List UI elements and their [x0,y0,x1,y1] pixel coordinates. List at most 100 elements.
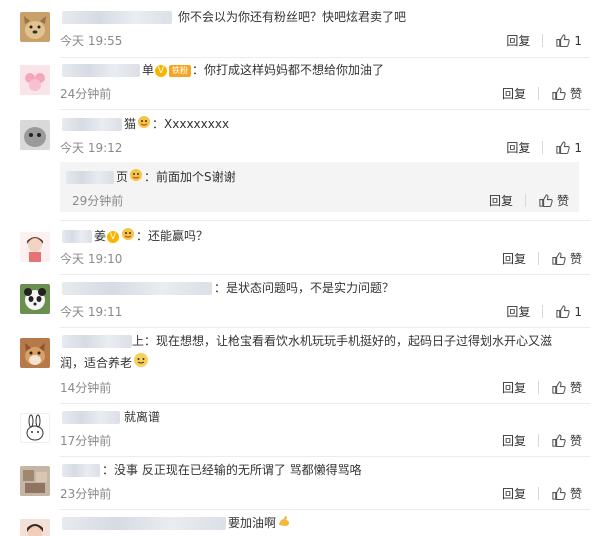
comment-time: 24分钟前 [60,87,112,101]
like-button[interactable]: 赞 [551,379,582,396]
separator [537,381,539,394]
thumbs-up-icon [552,87,566,101]
thumbs-up-icon [556,305,571,319]
like-button[interactable]: 1 [555,304,582,319]
like-button[interactable]: 赞 [551,250,582,267]
username-blurred[interactable] [62,517,226,530]
thumbs-up-icon [552,252,566,266]
username-blurred[interactable] [62,230,92,243]
username-blurred[interactable] [62,118,122,131]
like-button[interactable]: 1 [555,140,582,155]
avatar[interactable] [20,466,50,496]
comment-time: 今天 19:12 [60,141,123,155]
doge-emoji-icon [121,227,135,246]
thumbs-up-icon [556,141,571,155]
reply-button[interactable]: 回复 [506,139,530,156]
comment-9: 要加油啊 [0,510,600,536]
muscle-emoji-icon [277,514,291,533]
like-button[interactable]: 1 [555,33,582,48]
doge-emoji-icon [133,352,149,375]
like-count: 1 [574,140,582,155]
reply-button[interactable]: 回复 [489,192,513,209]
like-count: 赞 [556,194,569,208]
comment-text: ：还能赢吗？ [136,229,209,243]
comment-text: ：没事 反正现在已经输的无所谓了 骂都懒得骂咯 [102,463,362,477]
comment-actions: 回复 1 [506,139,582,156]
like-count: 赞 [569,87,582,101]
reply-button[interactable]: 回复 [506,303,530,320]
separator [542,34,544,47]
username-blurred[interactable] [62,64,140,77]
username-blurred[interactable] [62,464,100,477]
divider [60,109,590,110]
comment-text: ：前面加个S谢谢 [144,170,236,184]
reply-button[interactable]: 回复 [506,32,530,49]
divider [60,456,590,457]
v-badge-icon: V [155,62,168,80]
like-button[interactable]: 赞 [551,485,582,502]
like-count: 赞 [569,252,582,266]
v-badge-icon: V [107,228,120,246]
comment-actions: 回复 赞 [502,379,582,396]
avatar[interactable] [20,232,50,262]
comment-actions: 回复 1 [506,32,582,49]
divider [60,220,590,221]
avatar[interactable] [20,338,50,368]
avatar[interactable] [20,413,50,443]
avatar[interactable] [20,12,50,42]
comment-actions: 回复 1 [506,303,582,320]
like-count: 赞 [569,434,582,448]
separator [524,194,526,207]
separator [542,141,544,154]
username-tail[interactable]: 单 [142,63,154,77]
comment-time: 17分钟前 [60,434,112,448]
comment-text: ：Xxxxxxxxx [152,117,230,131]
comment-actions: 回复 赞 [489,192,569,209]
reply-button[interactable]: 回复 [502,432,526,449]
reply-button[interactable]: 回复 [502,485,526,502]
avatar[interactable] [20,65,50,95]
reply-button[interactable]: 回复 [502,379,526,396]
comment-time: 今天 19:55 [60,34,123,48]
comment-text: ：你打成这样妈妈都不想给你加油了 [192,63,385,77]
username-tail[interactable]: 上 [132,334,144,348]
comment-text: 你不会以为你还有粉丝吧？快吧炫君卖了吧 [178,10,407,24]
like-button[interactable]: 赞 [551,85,582,102]
reply-button[interactable]: 回复 [502,250,526,267]
like-button[interactable]: 赞 [538,192,569,209]
like-count: 1 [574,304,582,319]
username-blurred[interactable] [66,171,114,184]
comment-time: 14分钟前 [60,381,112,395]
like-count: 1 [574,33,582,48]
doge-emoji-icon [129,168,143,187]
username-blurred[interactable] [62,282,212,295]
thumbs-up-icon [539,194,553,208]
comment-actions: 回复 赞 [502,85,582,102]
separator [537,87,539,100]
doge-emoji-icon [137,115,151,134]
comment-text-line1: ：现在想想，让枪宝看看饮水机玩玩手机挺好的，起码日子过得划水开心又滋 [144,334,553,348]
username-tail[interactable]: 姜 [94,229,106,243]
separator [537,434,539,447]
comment-text: 要加油啊 [228,516,277,530]
thumbs-up-icon [556,34,571,48]
avatar[interactable] [20,284,50,314]
username-tail[interactable]: 猫 [124,117,136,131]
comment-text-line2: 润，适合养老 [60,356,133,370]
username-blurred[interactable] [62,411,120,424]
avatar[interactable] [20,519,50,536]
like-button[interactable]: 赞 [551,432,582,449]
comment-text: ：是状态问题吗，不是实力问题？ [214,281,395,295]
reply-button[interactable]: 回复 [502,85,526,102]
username-blurred[interactable] [62,11,172,24]
avatar[interactable] [20,120,50,150]
thumbs-up-icon [552,487,566,501]
divider [60,274,590,275]
fan-badge-icon: 铁粉 [169,62,192,80]
comment-actions: 回复 赞 [502,485,582,502]
sub-reply-box: 页 ：前面加个S谢谢 29分钟前 回复 赞 [60,162,579,212]
username-tail[interactable]: 页 [116,170,128,184]
comment-time: 29分钟前 [72,194,124,208]
divider [60,403,590,404]
divider [60,57,590,58]
